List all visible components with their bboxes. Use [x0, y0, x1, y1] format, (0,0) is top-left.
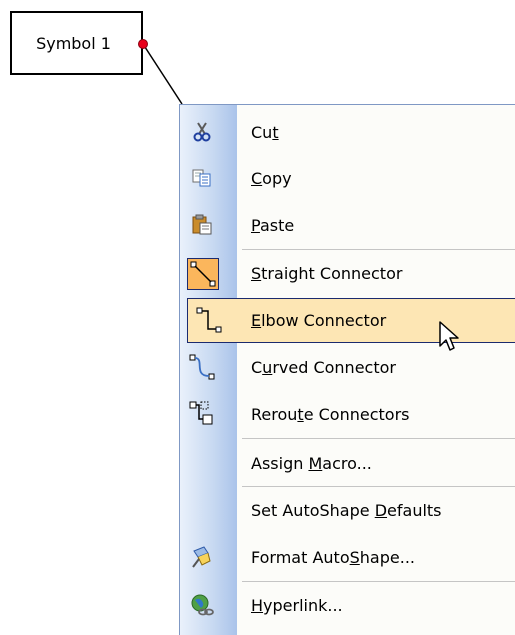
menu-item-label: Reroute Connectors — [251, 405, 410, 424]
reroute-connectors-icon — [188, 400, 216, 428]
format-autoshape-icon — [188, 543, 216, 571]
menu-item-label: Copy — [251, 169, 292, 188]
menu-item-format-autoshape[interactable]: Format AutoShape... — [180, 535, 515, 580]
menu-item-label: Format AutoShape... — [251, 548, 415, 567]
copy-icon — [188, 164, 216, 192]
menu-item-reroute-connectors[interactable]: Reroute Connectors — [180, 392, 515, 437]
connection-point — [138, 39, 148, 49]
menu-item-label: Cut — [251, 123, 279, 142]
menu-separator — [242, 581, 515, 582]
menu-item-paste[interactable]: Paste — [180, 203, 515, 248]
menu-item-label: Elbow Connector — [251, 311, 387, 330]
elbow-connector-icon — [195, 306, 223, 334]
menu-item-elbow-connector[interactable]: Elbow Connector — [187, 298, 515, 343]
menu-item-label: Paste — [251, 216, 295, 235]
menu-item-hyperlink[interactable]: Hyperlink... — [180, 583, 515, 628]
menu-item-label: Hyperlink... — [251, 596, 343, 615]
menu-item-copy[interactable]: Copy — [180, 156, 515, 201]
paste-icon — [188, 211, 216, 239]
menu-separator — [242, 438, 515, 439]
curved-connector-icon — [188, 353, 216, 381]
context-menu: Cut Copy Paste Straight Connector Elbow … — [179, 104, 515, 635]
menu-item-cut[interactable]: Cut — [180, 110, 515, 155]
menu-item-label: Assign Macro... — [251, 454, 372, 473]
menu-item-label: Set AutoShape Defaults — [251, 501, 442, 520]
hyperlink-icon — [188, 591, 216, 619]
straight-connector-icon — [187, 258, 219, 290]
menu-item-label: Straight Connector — [251, 264, 403, 283]
mouse-pointer-icon — [439, 321, 459, 351]
menu-separator — [242, 486, 515, 487]
connector-line — [142, 43, 183, 105]
menu-item-set-autoshape-defaults[interactable]: Set AutoShape Defaults — [180, 488, 515, 533]
scissors-icon — [188, 118, 216, 146]
menu-separator — [242, 249, 515, 250]
menu-item-assign-macro[interactable]: Assign Macro... — [180, 441, 515, 486]
menu-item-curved-connector[interactable]: Curved Connector — [180, 345, 515, 390]
menu-item-label: Curved Connector — [251, 358, 396, 377]
menu-item-straight-connector[interactable]: Straight Connector — [180, 251, 515, 296]
